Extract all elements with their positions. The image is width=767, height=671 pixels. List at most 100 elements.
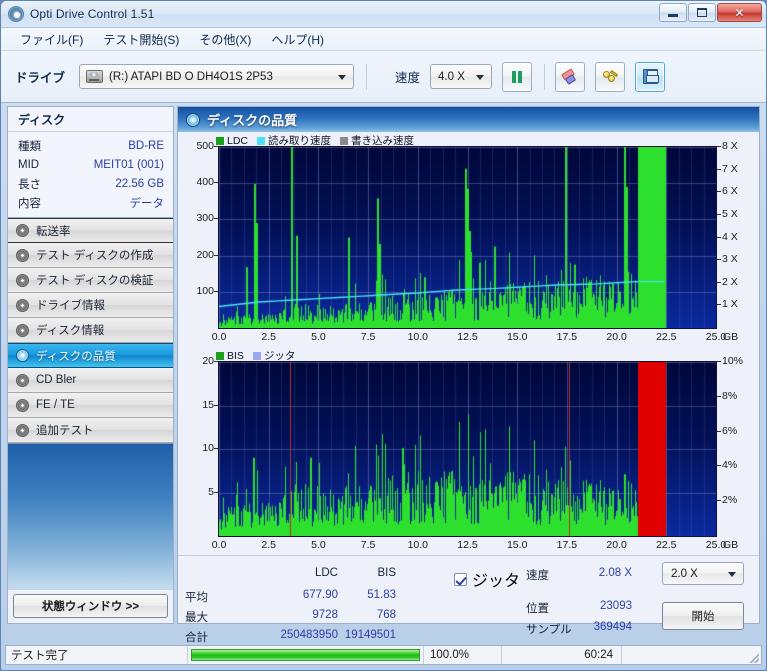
x-axis-tick-label: 12.5 xyxy=(457,539,478,551)
stats-col-header-bis: BIS xyxy=(377,567,396,579)
y-axis-tick xyxy=(214,218,218,220)
x-axis-label: GB xyxy=(723,331,739,343)
disk-info-value: BD-RE xyxy=(128,139,164,152)
keys-button[interactable] xyxy=(595,61,626,92)
sidebar-item-extra-tests[interactable]: 追加テスト xyxy=(8,418,173,443)
chart-plot-area xyxy=(218,146,717,329)
x-axis-tick-label: 10.0 xyxy=(407,331,429,343)
jitter-checkbox-label: ジッタ xyxy=(472,573,521,590)
disc-icon xyxy=(16,323,29,337)
y-axis-tick xyxy=(214,491,218,493)
y-axis-tick xyxy=(214,254,218,256)
status-window-button-container: 状態ウィンドウ >> xyxy=(8,589,173,623)
sidebar-item-label: 追加テスト xyxy=(36,425,94,437)
sidebar-item-fe-te[interactable]: FE / TE xyxy=(8,393,173,418)
sidebar-item-label: テスト ディスクの作成 xyxy=(36,250,154,262)
floppy-save-icon xyxy=(642,69,659,84)
erase-button[interactable] xyxy=(555,61,586,92)
sidebar-item-transfer-rate[interactable]: 転送率 xyxy=(8,218,173,243)
sidebar-item-label: CD Bler xyxy=(36,374,77,386)
y-axis-tick-label: 15 xyxy=(202,398,214,411)
jitter-checkbox[interactable]: ジッタ xyxy=(454,567,520,591)
menu-other[interactable]: その他(X) xyxy=(190,28,260,51)
stats-average-bis: 51.83 xyxy=(367,589,396,601)
start-button[interactable]: 開始 xyxy=(662,602,744,630)
legend-swatch xyxy=(252,351,261,360)
refresh-button[interactable] xyxy=(502,61,533,92)
status-bar: テスト完了 100.0% 60:24 xyxy=(5,645,762,665)
menu-bar: ファイル(F) テスト開始(S) その他(X) ヘルプ(H) xyxy=(1,28,766,51)
disk-section-header: ディスク xyxy=(8,107,173,132)
y-axis-tick xyxy=(214,290,218,292)
menu-help[interactable]: ヘルプ(H) xyxy=(262,28,333,51)
x-axis-label: GB xyxy=(723,539,739,551)
drive-select[interactable]: (R:) ATAPI BD O DH4O1S 2P53 xyxy=(79,64,355,89)
stats-samples-label: サンプル xyxy=(526,624,572,636)
speed-select-secondary[interactable]: 2.0 X xyxy=(662,562,744,585)
checkbox-icon xyxy=(454,572,467,586)
status-window-button[interactable]: 状態ウィンドウ >> xyxy=(13,594,168,618)
sidebar-item-create-test-disc[interactable]: テスト ディスクの作成 xyxy=(8,243,173,268)
speed-select-value: 4.0 X xyxy=(438,70,465,83)
secondary-y-axis-tick xyxy=(717,168,721,170)
minimize-icon xyxy=(668,13,678,17)
secondary-y-axis-tick-label: 1 X xyxy=(722,298,738,311)
toolbar: ドライブ (R:) ATAPI BD O DH4O1S 2P53 速度 4.0 … xyxy=(1,51,766,103)
secondary-y-axis-tick-label: 2 X xyxy=(722,275,738,288)
secondary-y-axis-tick-label: 3 X xyxy=(722,253,738,266)
disc-icon xyxy=(16,398,29,412)
y-axis-tick xyxy=(214,448,218,449)
secondary-y-axis-tick xyxy=(717,213,721,215)
close-button[interactable]: ✕ xyxy=(717,3,762,22)
x-axis-tick-label: 17.5 xyxy=(556,539,578,551)
secondary-y-axis-tick xyxy=(717,500,721,502)
disk-info-key: 内容 xyxy=(18,197,41,210)
sidebar-item-drive-info[interactable]: ドライブ情報 xyxy=(8,293,173,318)
menu-file[interactable]: ファイル(F) xyxy=(11,28,92,51)
resize-grip-icon[interactable] xyxy=(747,651,759,663)
keys-icon xyxy=(602,69,619,85)
speed-select[interactable]: 4.0 X xyxy=(430,64,493,89)
disc-icon xyxy=(16,349,29,362)
drive-select-value: (R:) ATAPI BD O DH4O1S 2P53 xyxy=(109,70,273,83)
progress-bar-fill xyxy=(191,649,420,661)
disk-info-value: MEIT01 (001) xyxy=(93,158,164,171)
disk-info-key: 種類 xyxy=(18,140,41,153)
chart-canvas xyxy=(219,362,716,536)
window-title: Opti Drive Control 1.51 xyxy=(30,7,155,21)
stats-total-ldc: 250483950 xyxy=(280,629,338,641)
y-axis-tick-label: 10 xyxy=(202,442,214,454)
secondary-y-axis-tick xyxy=(717,430,721,432)
secondary-y-axis-tick xyxy=(717,304,721,306)
title-bar: Opti Drive Control 1.51 ✕ xyxy=(1,1,766,28)
y-axis-tick-label: 5 xyxy=(208,485,214,498)
disc-icon xyxy=(16,224,29,237)
menu-test-start[interactable]: テスト開始(S) xyxy=(94,28,188,51)
speed-label: 速度 xyxy=(395,71,421,85)
disk-info-key: MID xyxy=(18,158,40,171)
disk-info-row-mid: MID MEIT01 (001) xyxy=(18,155,164,174)
sidebar-item-label: ドライブ情報 xyxy=(36,300,105,312)
y-axis-tick-label: 400 xyxy=(196,176,214,189)
save-button[interactable] xyxy=(635,61,666,92)
sidebar-item-disc-quality[interactable]: ディスクの品質 xyxy=(8,343,173,368)
stats-row-label-total: 合計 xyxy=(185,632,208,644)
maximize-button[interactable] xyxy=(688,3,716,22)
secondary-y-axis-tick-label: 7 X xyxy=(722,162,738,175)
status-bar-spacer xyxy=(622,646,761,664)
disk-info-row-length: 長さ 22.56 GB xyxy=(18,174,164,193)
sidebar-item-cd-bler[interactable]: CD Bler xyxy=(8,368,173,393)
sidebar-item-verify-test-disc[interactable]: テスト ディスクの検証 xyxy=(8,268,173,293)
chevron-down-icon xyxy=(476,74,485,80)
progress-bar xyxy=(188,646,424,664)
secondary-y-axis-tick-label: 4 X xyxy=(722,230,738,243)
main-panel: ディスクの品質 LDC 読み取り速度 書き込み速度 100 200 300 400 500 1 … xyxy=(177,106,760,644)
x-axis-tick-label: 22.5 xyxy=(656,539,677,551)
speed-select-secondary-value: 2.0 X xyxy=(671,567,698,580)
sidebar-item-label: ディスクの品質 xyxy=(36,350,116,363)
minimize-button[interactable] xyxy=(659,3,687,22)
sidebar-item-disc-info[interactable]: ディスク情報 xyxy=(8,318,173,343)
x-axis-tick-label: 15.0 xyxy=(506,539,528,551)
legend-swatch xyxy=(216,351,224,360)
sidebar-item-label: ディスク情報 xyxy=(36,325,105,337)
